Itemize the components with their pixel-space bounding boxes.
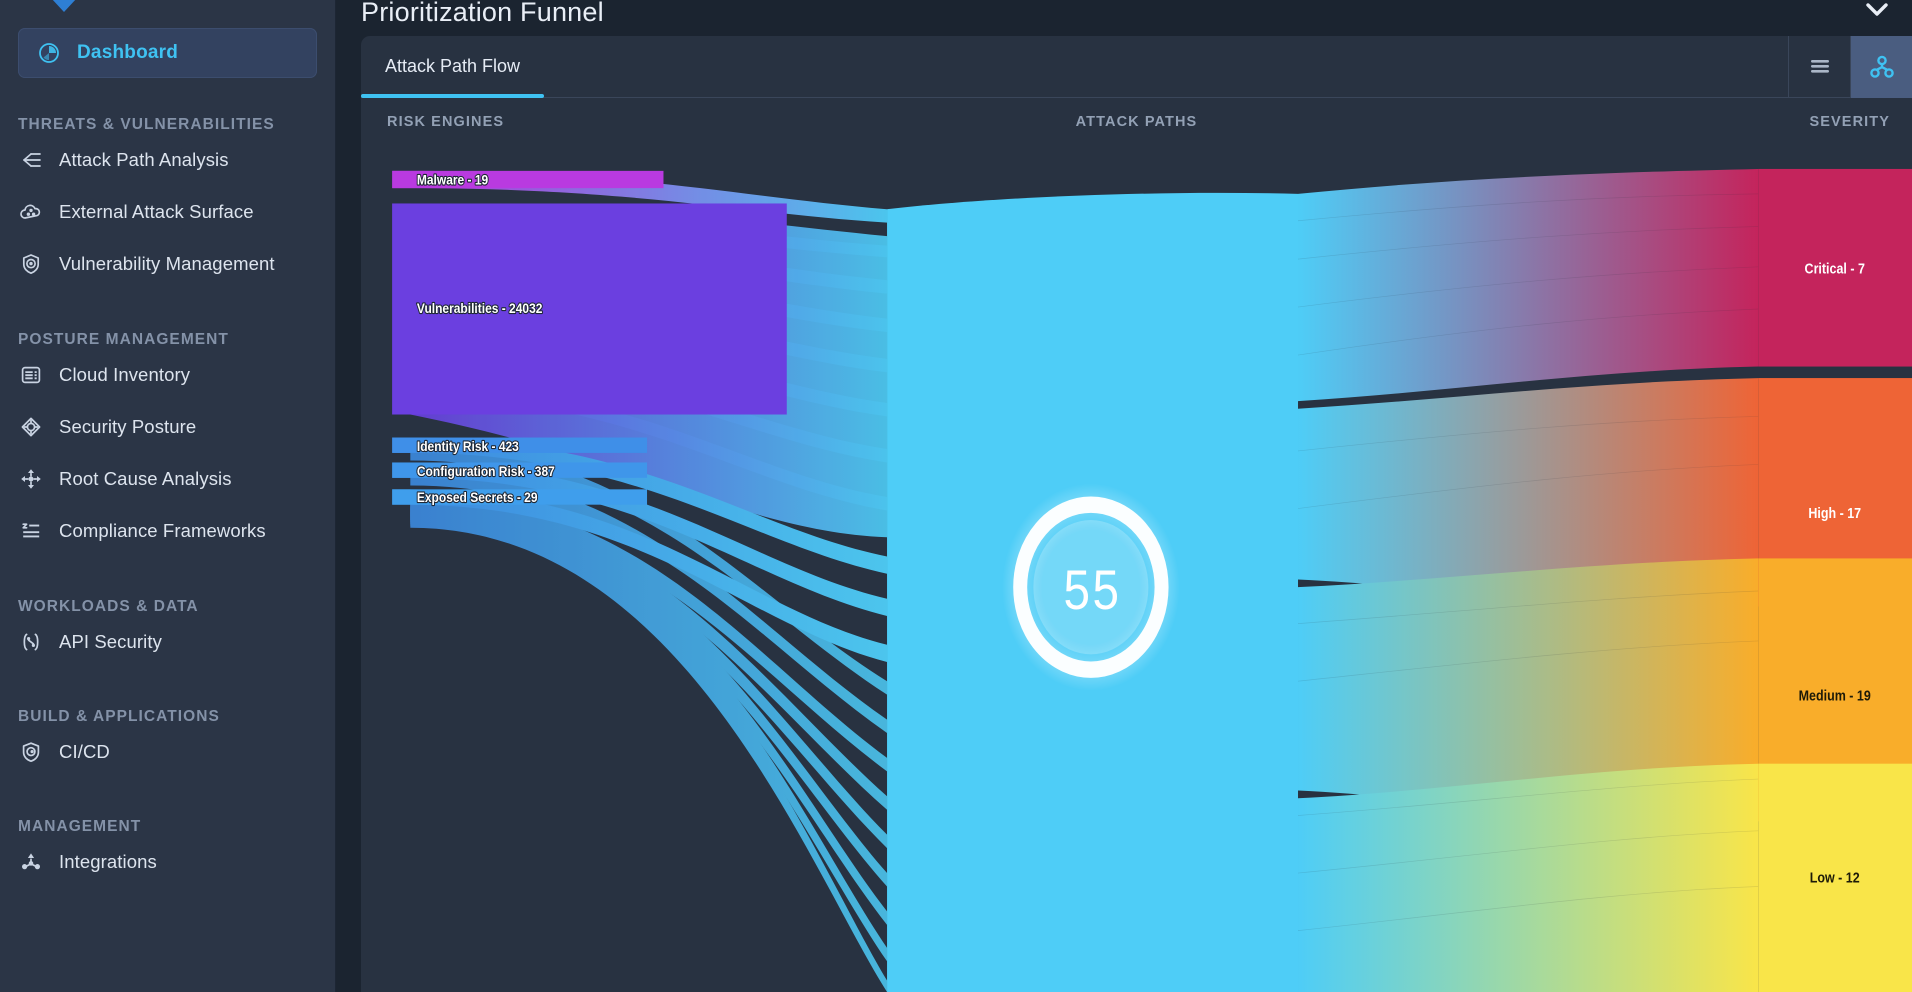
attack-path-icon	[18, 147, 44, 173]
attack-path-panel: Attack Path Flow RISK ENGINES ATTACK PAT…	[361, 36, 1912, 992]
clock-pie-icon	[36, 40, 62, 66]
sidebar-item-security-posture[interactable]: Security Posture	[0, 401, 335, 453]
column-headers: RISK ENGINES ATTACK PATHS SEVERITY	[361, 98, 1912, 144]
sidebar-section-workloads: WORKLOADS & DATA	[18, 598, 199, 615]
chevron-down-icon[interactable]	[1866, 2, 1888, 18]
sankey-svg: Malware - 19 Vulnerabilities - 24032 Ide…	[392, 168, 1912, 992]
severity-nodes	[1758, 168, 1912, 992]
sidebar-item-root-cause-analysis[interactable]: Root Cause Analysis	[0, 453, 335, 505]
sidebar-item-label: Compliance Frameworks	[59, 520, 266, 541]
ribbon-low	[1298, 763, 1759, 992]
cicd-shield-icon	[18, 739, 44, 765]
sidebar-item-attack-path-analysis[interactable]: Attack Path Analysis	[0, 134, 335, 186]
severity-label-critical: Critical - 7	[1805, 261, 1865, 277]
sankey-diagram: Malware - 19 Vulnerabilities - 24032 Ide…	[361, 144, 1912, 992]
app-root: Dashboard THREATS & VULNERABILITIES Atta…	[0, 0, 1912, 992]
sidebar-item-label: Security Posture	[59, 416, 197, 437]
sidebar-item-label: API Security	[59, 631, 162, 652]
sidebar-item-cicd[interactable]: CI/CD	[0, 726, 335, 778]
source-label-exposed-secrets: Exposed Secrets - 29	[417, 489, 538, 505]
column-header-attack-paths: ATTACK PATHS	[1075, 114, 1198, 130]
tab-label: Attack Path Flow	[385, 56, 521, 76]
severity-label-low: Low - 12	[1810, 870, 1860, 886]
sidebar-item-label: Cloud Inventory	[59, 364, 191, 385]
api-brackets-icon	[18, 629, 44, 655]
sidebar-item-label: External Attack Surface	[59, 201, 254, 222]
sidebar-section-threats: THREATS & VULNERABILITIES	[18, 116, 275, 133]
cloud-surface-icon	[18, 199, 44, 225]
sidebar-item-vulnerability-management[interactable]: Vulnerability Management	[0, 238, 335, 290]
sidebar-item-integrations[interactable]: Integrations	[0, 836, 335, 888]
sidebar-section-posture: POSTURE MANAGEMENT	[18, 331, 229, 348]
compliance-list-icon	[18, 518, 44, 544]
source-label-malware: Malware - 19	[417, 171, 488, 187]
attack-paths-badge[interactable]: 55	[1002, 483, 1180, 691]
shield-target-icon	[18, 251, 44, 277]
column-header-risk-engines: RISK ENGINES	[387, 114, 505, 130]
sidebar-item-api-security[interactable]: API Security	[0, 616, 335, 668]
severity-ribbons	[1297, 168, 1759, 992]
source-label-vulnerabilities: Vulnerabilities - 24032	[417, 300, 543, 316]
tab-bar: Attack Path Flow	[361, 36, 1912, 98]
sidebar-item-label: Vulnerability Management	[59, 253, 275, 274]
tab-attack-path-flow[interactable]: Attack Path Flow	[361, 36, 545, 98]
sidebar-item-external-attack-surface[interactable]: External Attack Surface	[0, 186, 335, 238]
attack-paths-count: 55	[1064, 559, 1122, 621]
sidebar-item-cloud-inventory[interactable]: Cloud Inventory	[0, 349, 335, 401]
sidebar-item-label: CI/CD	[59, 741, 110, 762]
sidebar-item-label: Root Cause Analysis	[59, 468, 232, 489]
main-content: Prioritization Funnel Attack Path Flow R…	[336, 0, 1912, 992]
inventory-list-icon	[18, 362, 44, 388]
posture-diamond-icon	[18, 414, 44, 440]
list-view-icon[interactable]	[1788, 36, 1850, 98]
node-graph-icon[interactable]	[1850, 36, 1912, 98]
logo-chevron-icon	[38, 0, 90, 12]
severity-label-medium: Medium - 19	[1799, 687, 1872, 703]
sidebar: Dashboard THREATS & VULNERABILITIES Atta…	[0, 0, 336, 992]
move-cross-icon	[18, 466, 44, 492]
column-header-severity: SEVERITY	[1809, 114, 1890, 130]
sidebar-section-build: BUILD & APPLICATIONS	[18, 708, 220, 725]
view-toggle-group	[1788, 36, 1912, 98]
sidebar-item-compliance-frameworks[interactable]: Compliance Frameworks	[0, 505, 335, 557]
sidebar-item-label: Dashboard	[77, 42, 179, 63]
sidebar-item-dashboard[interactable]: Dashboard	[18, 28, 317, 78]
source-label-identity-risk: Identity Risk - 423	[417, 438, 519, 454]
page-title: Prioritization Funnel	[361, 0, 604, 27]
integrations-node-icon	[18, 849, 44, 875]
severity-label-high: High - 17	[1808, 505, 1861, 521]
sidebar-item-label: Attack Path Analysis	[59, 149, 229, 170]
sidebar-item-label: Integrations	[59, 851, 157, 872]
source-label-configuration-risk: Configuration Risk - 387	[417, 463, 555, 479]
sidebar-section-management: MANAGEMENT	[18, 818, 142, 835]
ribbon-critical	[1298, 168, 1759, 402]
